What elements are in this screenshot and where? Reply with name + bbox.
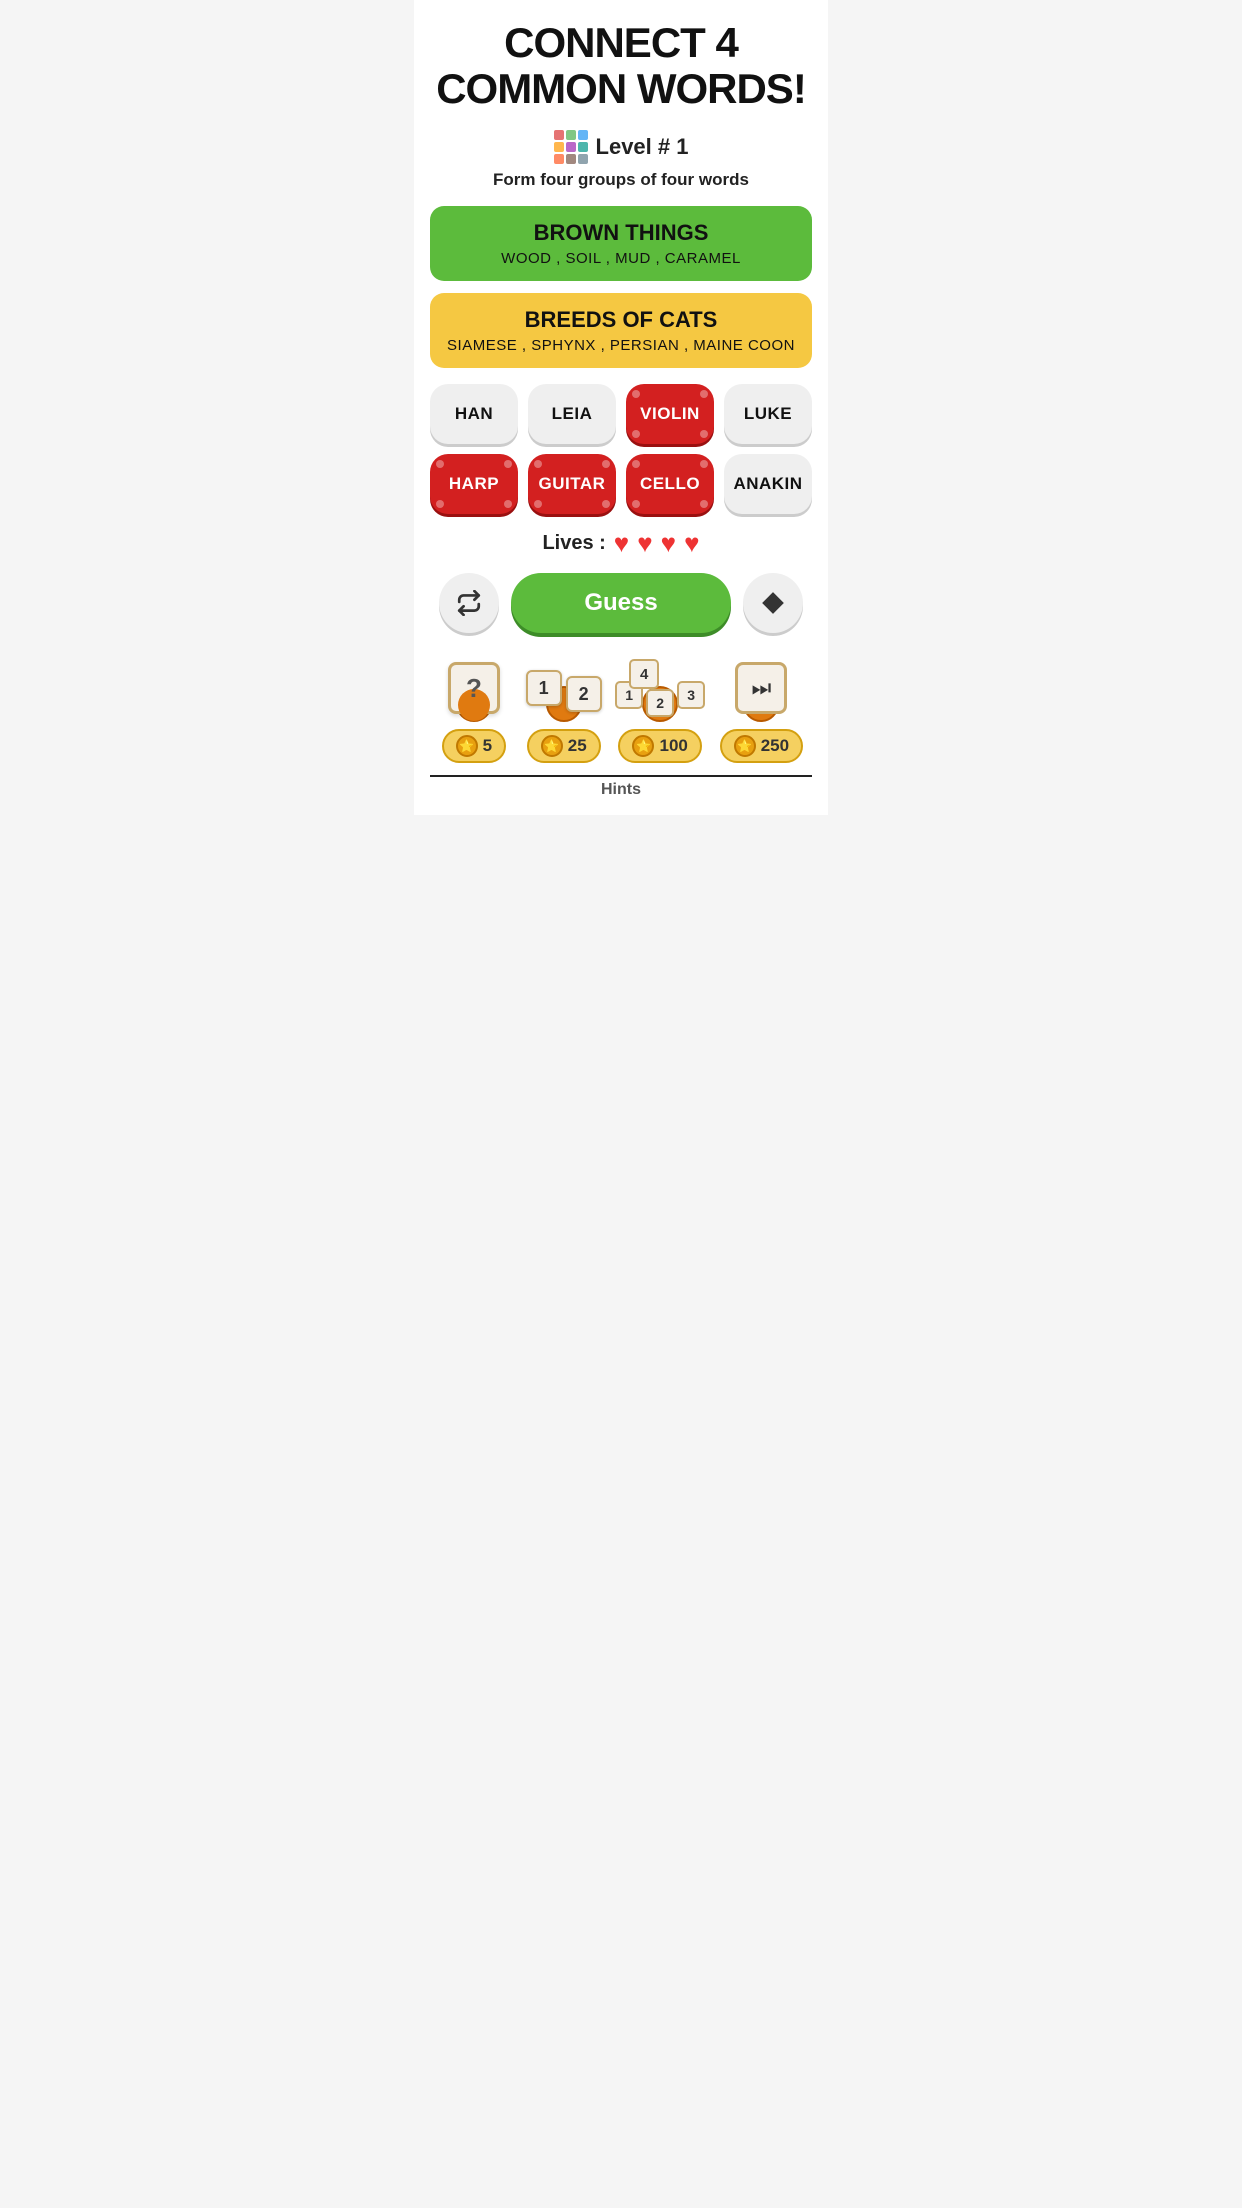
word-tile-label: GUITAR (539, 474, 606, 493)
word-tile-label: ANAKIN (733, 474, 802, 493)
word-tile-label: LEIA (552, 404, 593, 423)
word-tile-label: VIOLIN (640, 404, 700, 423)
hint-reveal-cost: ⭐ 100 (618, 729, 701, 763)
level-row: Level # 1 (554, 130, 689, 164)
word-tile-han[interactable]: HAN (430, 384, 518, 444)
hint-reveal[interactable]: 4 1 2 3 ⭐ 100 (618, 653, 701, 763)
hint-question[interactable]: ? ⭐ 5 (439, 653, 509, 763)
category-breeds-of-cats: BREEDS OF CATS SIAMESE , SPHYNX , PERSIA… (430, 293, 812, 368)
grid-icon (554, 130, 588, 164)
word-tile-violin[interactable]: VIOLIN (626, 384, 714, 444)
hints-label: Hints (601, 781, 641, 799)
shuffle-button[interactable] (439, 573, 499, 633)
hint-swap-cost: ⭐ 25 (527, 729, 601, 763)
heart-4: ♥ (684, 528, 699, 559)
hint-reveal-icon: 4 1 2 3 (625, 653, 695, 723)
word-grid: HAN LEIA VIOLIN LUKE HARP GUITAR (430, 384, 812, 514)
word-tile-guitar[interactable]: GUITAR (528, 454, 616, 514)
hint-swap-icon: 1 2 (529, 653, 599, 723)
heart-2: ♥ (637, 528, 652, 559)
word-tile-label: LUKE (744, 404, 792, 423)
word-tile-label: CELLO (640, 474, 700, 493)
level-label: Level # 1 (596, 134, 689, 160)
heart-3: ♥ (661, 528, 676, 559)
heart-1: ♥ (614, 528, 629, 559)
hint-skip[interactable]: ⏭ ⭐ 250 (720, 653, 803, 763)
hint-swap[interactable]: 1 2 ⭐ 25 (527, 653, 601, 763)
hint-question-cost: ⭐ 5 (442, 729, 506, 763)
lives-label: Lives : (542, 532, 605, 555)
word-tile-leia[interactable]: LEIA (528, 384, 616, 444)
category-words: WOOD , SOIL , MUD , CARAMEL (446, 250, 796, 267)
word-tile-label: HARP (449, 474, 499, 493)
word-tile-anakin[interactable]: ANAKIN (724, 454, 812, 514)
category-brown-things: BROWN THINGS WOOD , SOIL , MUD , CARAMEL (430, 206, 812, 281)
hint-skip-icon: ⏭ (726, 653, 796, 723)
categories-container: BROWN THINGS WOOD , SOIL , MUD , CARAMEL… (430, 206, 812, 380)
category-words: SIAMESE , SPHYNX , PERSIAN , MAINE COON (446, 337, 796, 354)
actions-row: Guess (430, 573, 812, 633)
guess-button[interactable]: Guess (511, 573, 731, 633)
game-page: CONNECT 4 COMMON WORDS! Level # 1 Form f… (414, 0, 828, 815)
word-tile-label: HAN (455, 404, 493, 423)
subtitle: Form four groups of four words (493, 170, 749, 190)
word-tile-cello[interactable]: CELLO (626, 454, 714, 514)
hint-skip-cost: ⭐ 250 (720, 729, 803, 763)
hint-question-icon: ? (439, 653, 509, 723)
hints-items: ? ⭐ 5 1 2 (430, 653, 812, 763)
main-title: CONNECT 4 COMMON WORDS! (436, 20, 806, 112)
hints-row: ? ⭐ 5 1 2 (430, 653, 812, 799)
word-tile-luke[interactable]: LUKE (724, 384, 812, 444)
category-title: BROWN THINGS (446, 220, 796, 246)
lives-row: Lives : ♥ ♥ ♥ ♥ (542, 528, 699, 559)
category-title: BREEDS OF CATS (446, 307, 796, 333)
word-tile-harp[interactable]: HARP (430, 454, 518, 514)
hints-divider (430, 775, 812, 777)
erase-button[interactable] (743, 573, 803, 633)
